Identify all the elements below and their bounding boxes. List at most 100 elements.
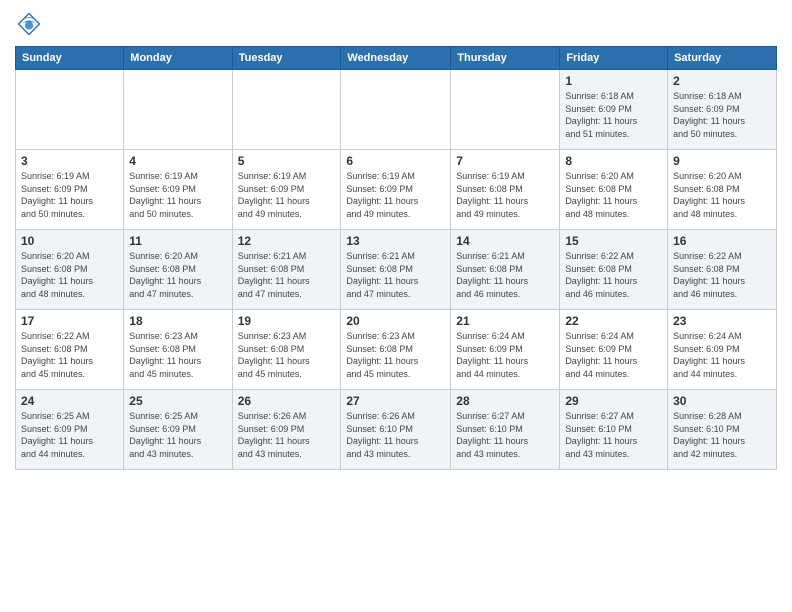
day-info: Sunrise: 6:23 AM Sunset: 6:08 PM Dayligh… <box>129 330 226 380</box>
calendar-cell: 26 Sunrise: 6:26 AM Sunset: 6:09 PM Dayli… <box>232 390 341 470</box>
day-info: Sunrise: 6:19 AM Sunset: 6:08 PM Dayligh… <box>456 170 554 220</box>
day-number: 1 <box>565 74 662 88</box>
day-info: Sunrise: 6:21 AM Sunset: 6:08 PM Dayligh… <box>346 250 445 300</box>
calendar-cell: 25 Sunrise: 6:25 AM Sunset: 6:09 PM Dayli… <box>124 390 232 470</box>
day-info: Sunrise: 6:25 AM Sunset: 6:09 PM Dayligh… <box>129 410 226 460</box>
calendar-cell: 3 Sunrise: 6:19 AM Sunset: 6:09 PM Daylig… <box>16 150 124 230</box>
calendar-cell: 29 Sunrise: 6:27 AM Sunset: 6:10 PM Dayli… <box>560 390 668 470</box>
day-info: Sunrise: 6:22 AM Sunset: 6:08 PM Dayligh… <box>565 250 662 300</box>
day-number: 5 <box>238 154 336 168</box>
day-number: 6 <box>346 154 445 168</box>
calendar-cell: 11 Sunrise: 6:20 AM Sunset: 6:08 PM Dayli… <box>124 230 232 310</box>
day-info: Sunrise: 6:19 AM Sunset: 6:09 PM Dayligh… <box>238 170 336 220</box>
day-number: 24 <box>21 394 118 408</box>
day-number: 2 <box>673 74 771 88</box>
weekday-header-sunday: Sunday <box>16 47 124 70</box>
day-number: 29 <box>565 394 662 408</box>
calendar-cell: 8 Sunrise: 6:20 AM Sunset: 6:08 PM Daylig… <box>560 150 668 230</box>
calendar-cell: 10 Sunrise: 6:20 AM Sunset: 6:08 PM Dayli… <box>16 230 124 310</box>
day-info: Sunrise: 6:27 AM Sunset: 6:10 PM Dayligh… <box>565 410 662 460</box>
day-number: 4 <box>129 154 226 168</box>
calendar-week-5: 24 Sunrise: 6:25 AM Sunset: 6:09 PM Dayli… <box>16 390 777 470</box>
weekday-header-saturday: Saturday <box>668 47 777 70</box>
day-info: Sunrise: 6:20 AM Sunset: 6:08 PM Dayligh… <box>129 250 226 300</box>
calendar-cell: 18 Sunrise: 6:23 AM Sunset: 6:08 PM Dayli… <box>124 310 232 390</box>
day-number: 7 <box>456 154 554 168</box>
day-info: Sunrise: 6:18 AM Sunset: 6:09 PM Dayligh… <box>565 90 662 140</box>
day-info: Sunrise: 6:22 AM Sunset: 6:08 PM Dayligh… <box>21 330 118 380</box>
day-info: Sunrise: 6:22 AM Sunset: 6:08 PM Dayligh… <box>673 250 771 300</box>
day-number: 30 <box>673 394 771 408</box>
calendar-cell <box>232 70 341 150</box>
day-number: 26 <box>238 394 336 408</box>
day-info: Sunrise: 6:19 AM Sunset: 6:09 PM Dayligh… <box>21 170 118 220</box>
day-number: 3 <box>21 154 118 168</box>
day-info: Sunrise: 6:19 AM Sunset: 6:09 PM Dayligh… <box>129 170 226 220</box>
calendar-week-2: 3 Sunrise: 6:19 AM Sunset: 6:09 PM Daylig… <box>16 150 777 230</box>
calendar-cell <box>124 70 232 150</box>
day-number: 10 <box>21 234 118 248</box>
day-info: Sunrise: 6:20 AM Sunset: 6:08 PM Dayligh… <box>21 250 118 300</box>
day-info: Sunrise: 6:23 AM Sunset: 6:08 PM Dayligh… <box>346 330 445 380</box>
weekday-header-friday: Friday <box>560 47 668 70</box>
calendar-cell: 7 Sunrise: 6:19 AM Sunset: 6:08 PM Daylig… <box>451 150 560 230</box>
weekday-header-thursday: Thursday <box>451 47 560 70</box>
day-number: 8 <box>565 154 662 168</box>
calendar-cell: 23 Sunrise: 6:24 AM Sunset: 6:09 PM Dayli… <box>668 310 777 390</box>
calendar-week-1: 1 Sunrise: 6:18 AM Sunset: 6:09 PM Daylig… <box>16 70 777 150</box>
calendar-cell <box>16 70 124 150</box>
calendar-week-4: 17 Sunrise: 6:22 AM Sunset: 6:08 PM Dayli… <box>16 310 777 390</box>
calendar-cell: 2 Sunrise: 6:18 AM Sunset: 6:09 PM Daylig… <box>668 70 777 150</box>
day-number: 22 <box>565 314 662 328</box>
day-info: Sunrise: 6:27 AM Sunset: 6:10 PM Dayligh… <box>456 410 554 460</box>
calendar-cell: 9Sunrise: 6:20 AM Sunset: 6:08 PM Daylig… <box>668 150 777 230</box>
calendar-cell: 6 Sunrise: 6:19 AM Sunset: 6:09 PM Daylig… <box>341 150 451 230</box>
header <box>15 10 777 38</box>
day-number: 13 <box>346 234 445 248</box>
calendar-cell: 14 Sunrise: 6:21 AM Sunset: 6:08 PM Dayli… <box>451 230 560 310</box>
day-info: Sunrise: 6:21 AM Sunset: 6:08 PM Dayligh… <box>456 250 554 300</box>
calendar-cell: 22Sunrise: 6:24 AM Sunset: 6:09 PM Dayli… <box>560 310 668 390</box>
weekday-header-tuesday: Tuesday <box>232 47 341 70</box>
day-number: 15 <box>565 234 662 248</box>
calendar-cell: 28 Sunrise: 6:27 AM Sunset: 6:10 PM Dayli… <box>451 390 560 470</box>
day-info: Sunrise: 6:23 AM Sunset: 6:08 PM Dayligh… <box>238 330 336 380</box>
day-number: 27 <box>346 394 445 408</box>
day-info: Sunrise: 6:24 AM Sunset: 6:09 PM Dayligh… <box>456 330 554 380</box>
logo <box>15 10 47 38</box>
day-number: 11 <box>129 234 226 248</box>
day-info: Sunrise: 6:24 AM Sunset: 6:09 PM Dayligh… <box>673 330 771 380</box>
weekday-header-wednesday: Wednesday <box>341 47 451 70</box>
day-number: 16 <box>673 234 771 248</box>
calendar-cell: 20 Sunrise: 6:23 AM Sunset: 6:08 PM Dayli… <box>341 310 451 390</box>
calendar-cell: 30Sunrise: 6:28 AM Sunset: 6:10 PM Dayli… <box>668 390 777 470</box>
calendar: SundayMondayTuesdayWednesdayThursdayFrid… <box>15 46 777 470</box>
calendar-cell: 24Sunrise: 6:25 AM Sunset: 6:09 PM Dayli… <box>16 390 124 470</box>
day-number: 9 <box>673 154 771 168</box>
calendar-cell <box>451 70 560 150</box>
day-info: Sunrise: 6:26 AM Sunset: 6:09 PM Dayligh… <box>238 410 336 460</box>
day-number: 25 <box>129 394 226 408</box>
calendar-cell: 21Sunrise: 6:24 AM Sunset: 6:09 PM Dayli… <box>451 310 560 390</box>
page: SundayMondayTuesdayWednesdayThursdayFrid… <box>0 0 792 612</box>
day-number: 23 <box>673 314 771 328</box>
calendar-cell: 1 Sunrise: 6:18 AM Sunset: 6:09 PM Daylig… <box>560 70 668 150</box>
day-info: Sunrise: 6:18 AM Sunset: 6:09 PM Dayligh… <box>673 90 771 140</box>
day-number: 28 <box>456 394 554 408</box>
day-number: 20 <box>346 314 445 328</box>
logo-icon <box>15 10 43 38</box>
day-info: Sunrise: 6:20 AM Sunset: 6:08 PM Dayligh… <box>565 170 662 220</box>
day-number: 19 <box>238 314 336 328</box>
day-number: 14 <box>456 234 554 248</box>
weekday-header-row: SundayMondayTuesdayWednesdayThursdayFrid… <box>16 47 777 70</box>
day-info: Sunrise: 6:19 AM Sunset: 6:09 PM Dayligh… <box>346 170 445 220</box>
day-number: 18 <box>129 314 226 328</box>
calendar-week-3: 10 Sunrise: 6:20 AM Sunset: 6:08 PM Dayli… <box>16 230 777 310</box>
day-number: 12 <box>238 234 336 248</box>
calendar-cell: 16 Sunrise: 6:22 AM Sunset: 6:08 PM Dayli… <box>668 230 777 310</box>
day-info: Sunrise: 6:21 AM Sunset: 6:08 PM Dayligh… <box>238 250 336 300</box>
calendar-cell: 5 Sunrise: 6:19 AM Sunset: 6:09 PM Daylig… <box>232 150 341 230</box>
day-number: 17 <box>21 314 118 328</box>
calendar-cell: 4 Sunrise: 6:19 AM Sunset: 6:09 PM Daylig… <box>124 150 232 230</box>
calendar-cell: 27Sunrise: 6:26 AM Sunset: 6:10 PM Dayli… <box>341 390 451 470</box>
